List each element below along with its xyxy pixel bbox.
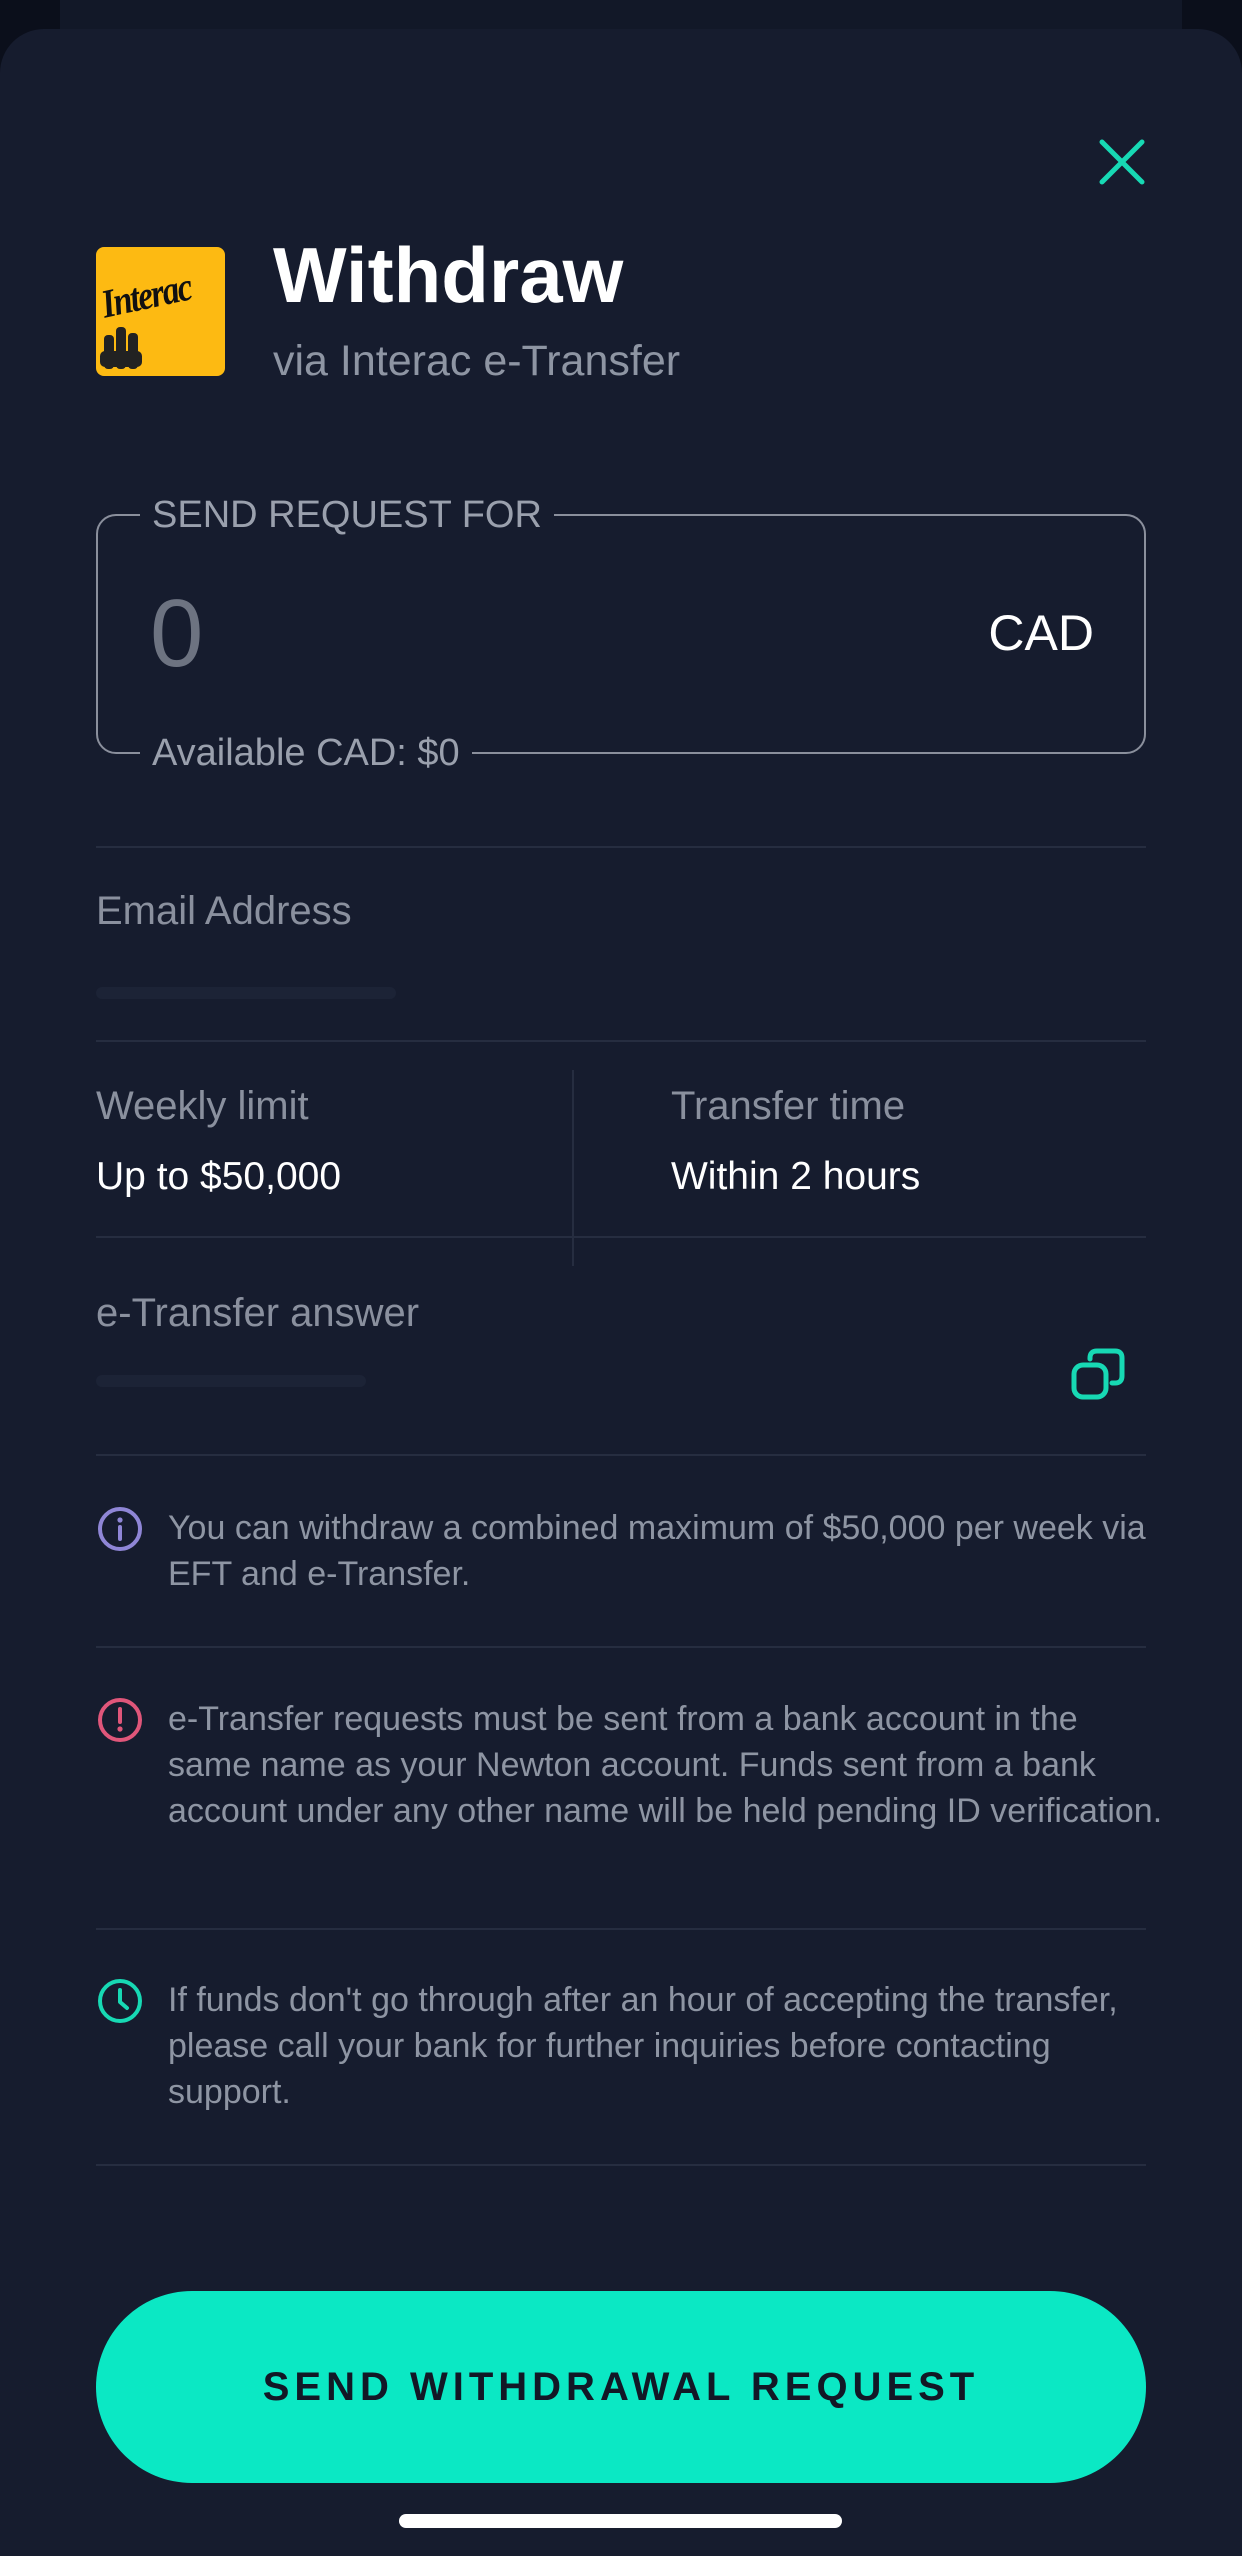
amount-legend: SEND REQUEST FOR [140,492,554,538]
answer-label: e-Transfer answer [96,1291,420,1335]
divider [96,2164,1146,2166]
divider [96,1236,1146,1238]
answer-field [96,1375,366,1387]
divider [96,1646,1146,1648]
page-subtitle: via Interac e-Transfer [273,337,681,385]
notice-same-name: e-Transfer requests must be sent from a … [96,1696,1162,1886]
send-withdrawal-request-button[interactable]: SEND WITHDRAWAL REQUEST [96,2291,1146,2483]
interac-logo: Interac [96,247,225,376]
weekly-limit-label: Weekly limit [96,1084,309,1128]
email-field[interactable] [96,987,396,999]
divider [96,1928,1146,1930]
divider [96,1040,1146,1042]
copy-button[interactable] [1068,1345,1128,1405]
email-label: Email Address [96,889,352,933]
info-icon [96,1505,144,1553]
transfer-time-value: Within 2 hours [671,1155,921,1198]
withdraw-sheet: Interac Withdraw via Interac e-Transfer … [0,29,1242,2556]
amount-input[interactable]: 0 [150,586,203,682]
divider [96,1454,1146,1456]
home-indicator [399,2514,842,2528]
weekly-limit-value: Up to $50,000 [96,1155,342,1198]
alert-icon [96,1696,144,1744]
notice-support: If funds don't go through after an hour … [96,1977,1146,2117]
transfer-time-label: Transfer time [671,1084,906,1128]
amount-input-box[interactable]: SEND REQUEST FOR 0 CAD Available CAD: $0 [96,492,1146,776]
divider [96,846,1146,848]
notice-text: e-Transfer requests must be sent from a … [168,1700,1163,1830]
copy-icon [1071,1348,1125,1400]
currency-label: CAD [988,605,1094,661]
close-button[interactable] [1092,132,1152,192]
page-title: Withdraw [273,231,624,319]
notice-text: You can withdraw a combined maximum of $… [168,1509,1146,1593]
close-icon [1099,139,1145,185]
notice-text: If funds don't go through after an hour … [168,1981,1118,2111]
available-balance: Available CAD: $0 [140,730,472,776]
notice-weekly-max: You can withdraw a combined maximum of $… [96,1505,1146,1605]
clock-icon [96,1977,144,2025]
